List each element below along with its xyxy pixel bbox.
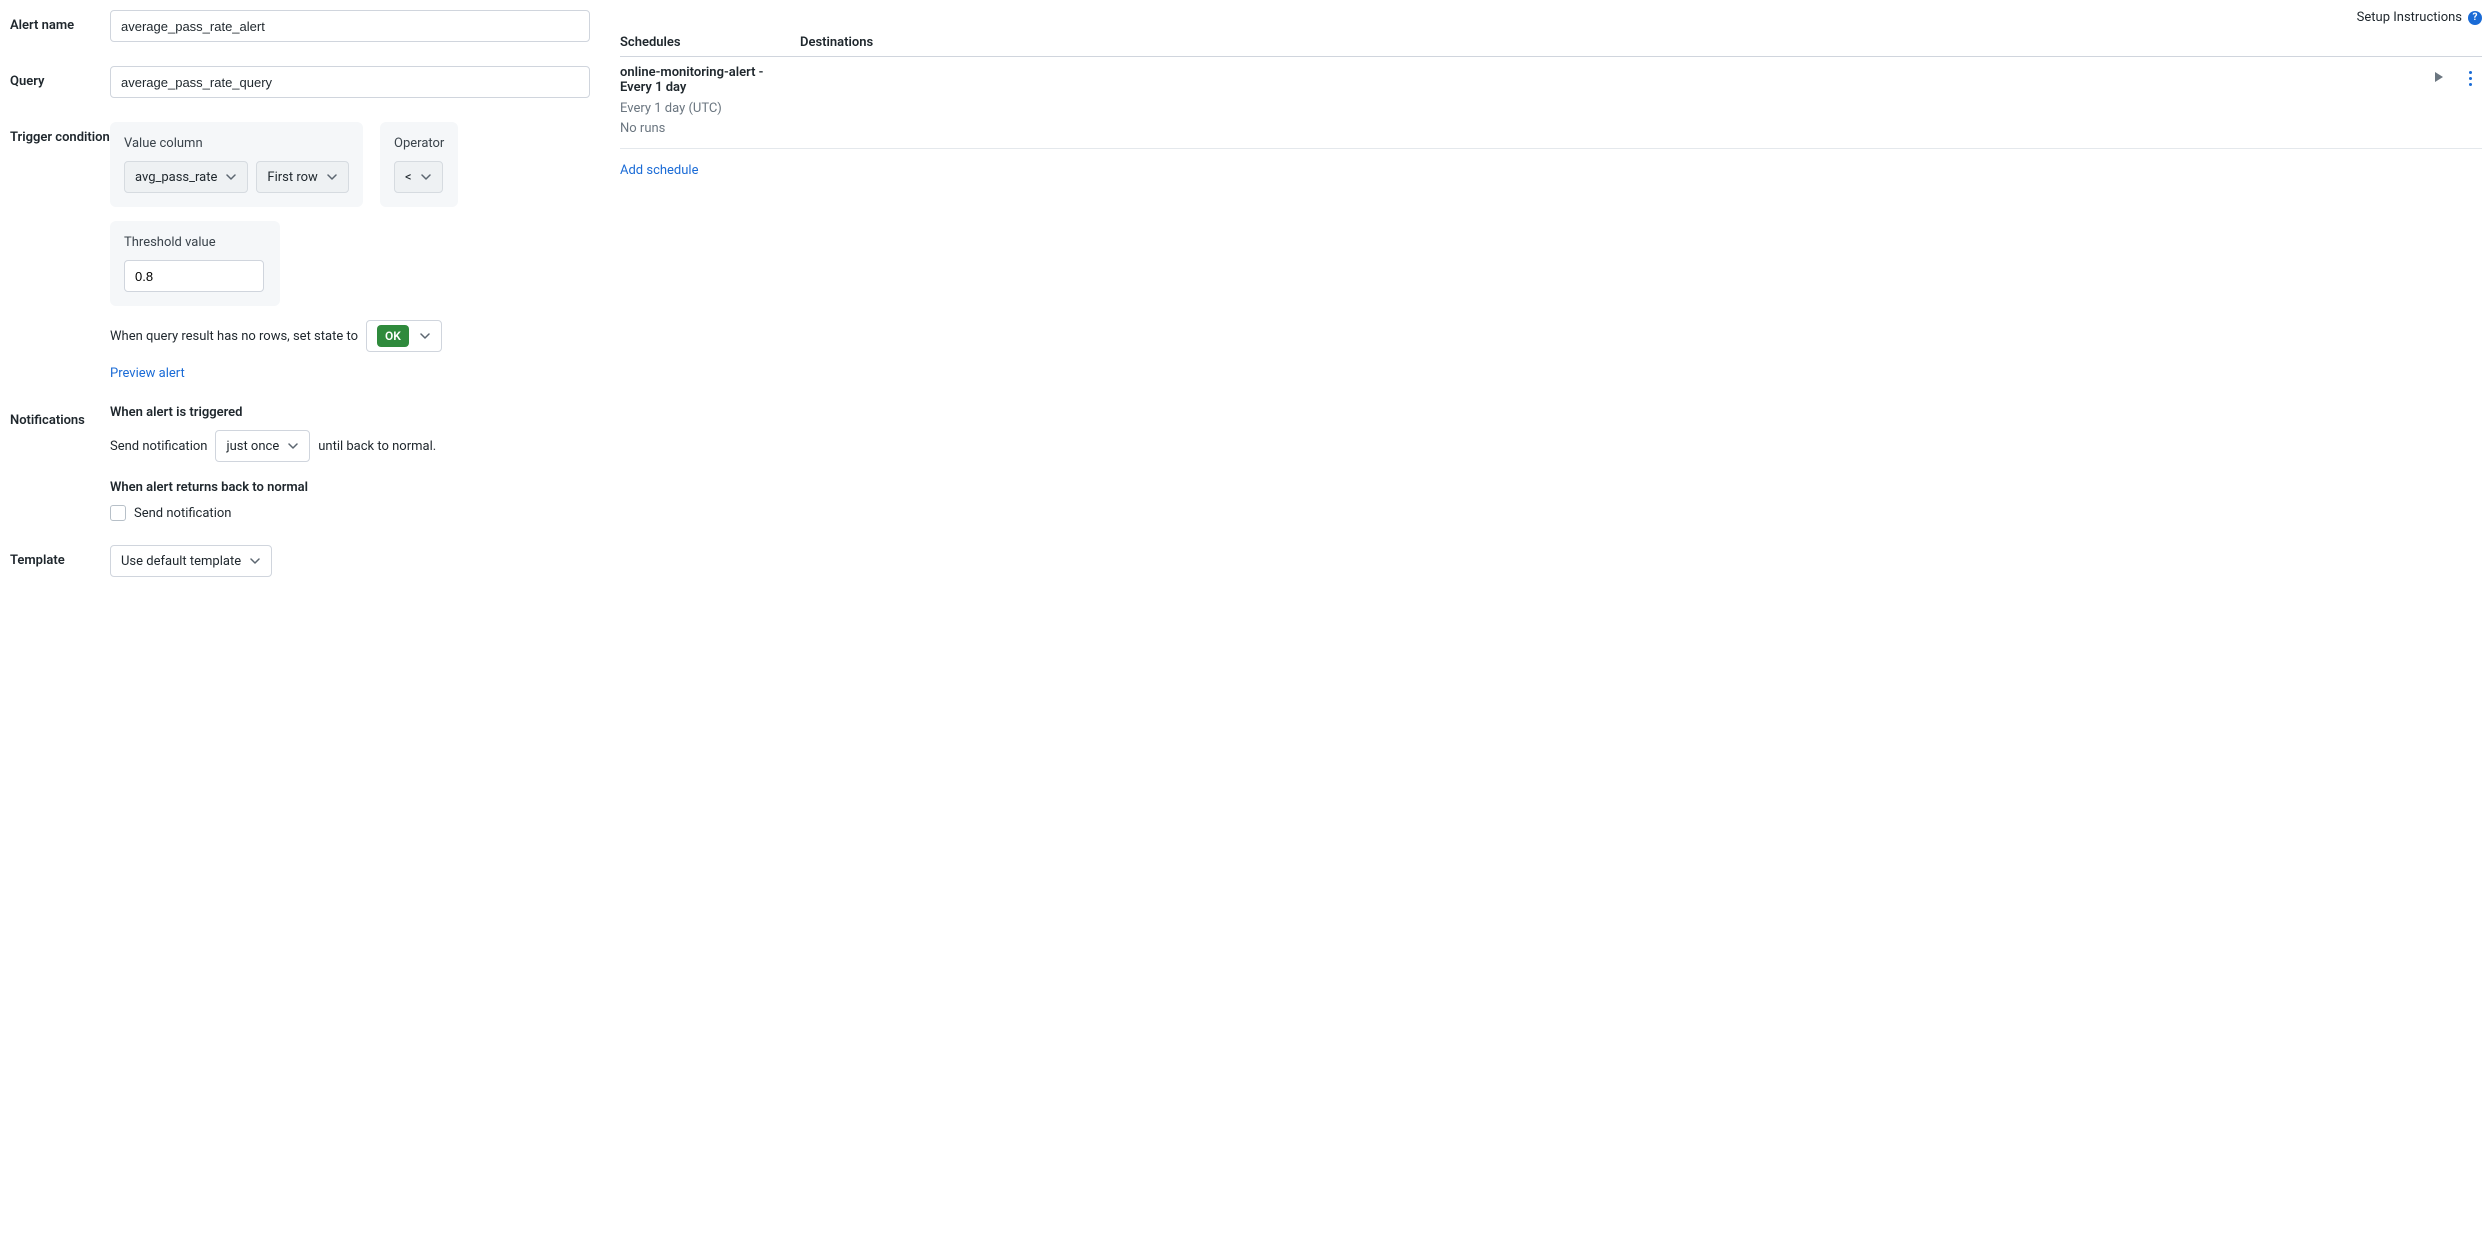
- schedule-row: online-monitoring-alert - Every 1 day Ev…: [620, 57, 2482, 149]
- setup-instructions-link[interactable]: Setup Instructions: [2357, 10, 2462, 25]
- template-label: Template: [10, 545, 110, 568]
- back-to-normal-checkbox[interactable]: [110, 505, 126, 521]
- template-selected-text: Use default template: [121, 554, 241, 569]
- threshold-panel: Threshold value: [110, 221, 280, 306]
- template-select[interactable]: Use default template: [110, 545, 272, 577]
- trigger-condition-label: Trigger condition: [10, 122, 110, 145]
- chevron-down-icon: [287, 440, 299, 452]
- value-column-panel: Value column avg_pass_rate First row: [110, 122, 363, 207]
- chevron-down-icon: [419, 330, 431, 342]
- value-column-select[interactable]: avg_pass_rate: [124, 161, 248, 193]
- operator-panel: Operator <: [380, 122, 458, 207]
- send-notification-suffix: until back to normal.: [318, 439, 436, 454]
- help-icon[interactable]: ?: [2468, 11, 2482, 25]
- value-column-panel-label: Value column: [124, 136, 349, 151]
- alert-name-input[interactable]: [110, 10, 590, 42]
- no-rows-state-select[interactable]: OK: [366, 320, 442, 352]
- schedule-title: online-monitoring-alert - Every 1 day: [620, 65, 790, 95]
- query-input[interactable]: [110, 66, 590, 98]
- preview-alert-link[interactable]: Preview alert: [110, 366, 590, 381]
- back-to-normal-checkbox-label: Send notification: [134, 506, 231, 521]
- threshold-label: Threshold value: [124, 235, 266, 250]
- schedule-interval: Every 1 day (UTC): [620, 99, 2433, 119]
- back-to-normal-heading: When alert returns back to normal: [110, 480, 590, 495]
- notifications-label: Notifications: [10, 405, 110, 428]
- query-label: Query: [10, 66, 110, 89]
- row-selector-text: First row: [267, 170, 317, 185]
- chevron-down-icon: [249, 555, 261, 567]
- schedule-runs: No runs: [620, 119, 2433, 139]
- notification-frequency-text: just once: [226, 439, 279, 454]
- destinations-column-header: Destinations: [800, 35, 2482, 50]
- chevron-down-icon: [225, 171, 237, 183]
- notification-frequency-select[interactable]: just once: [215, 430, 310, 462]
- alert-name-label: Alert name: [10, 10, 110, 33]
- row-selector-select[interactable]: First row: [256, 161, 348, 193]
- schedules-column-header: Schedules: [620, 35, 800, 50]
- send-notification-prefix: Send notification: [110, 439, 207, 454]
- threshold-input[interactable]: [124, 260, 264, 292]
- chevron-down-icon: [420, 171, 432, 183]
- operator-selected-text: <: [405, 170, 412, 185]
- ok-badge: OK: [377, 325, 409, 347]
- operator-panel-label: Operator: [394, 136, 444, 151]
- chevron-down-icon: [326, 171, 338, 183]
- operator-select[interactable]: <: [394, 161, 443, 193]
- kebab-menu-icon[interactable]: [2463, 69, 2478, 88]
- value-column-selected-text: avg_pass_rate: [135, 170, 217, 185]
- add-schedule-link[interactable]: Add schedule: [620, 163, 699, 178]
- play-icon[interactable]: [2433, 71, 2445, 87]
- triggered-heading: When alert is triggered: [110, 405, 590, 420]
- no-rows-text: When query result has no rows, set state…: [110, 329, 358, 344]
